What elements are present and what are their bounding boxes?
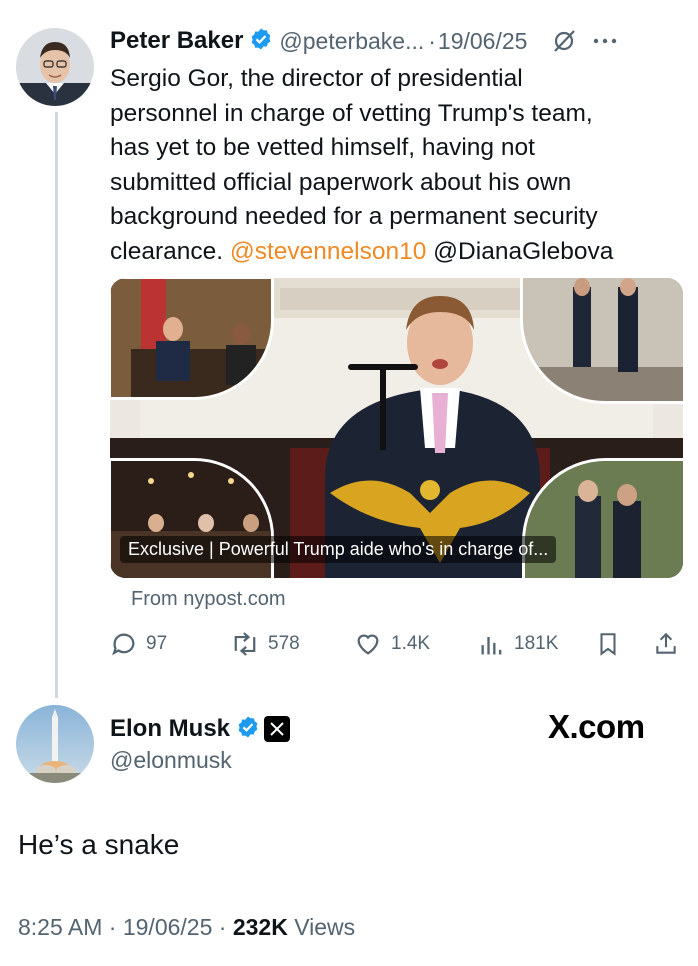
bookmark-button[interactable] (595, 630, 621, 658)
tweet-text-line: has yet to be vetted himself, having not (110, 134, 535, 161)
reply-meta: 8:25 AM · 19/06/25 · 232K Views (18, 914, 355, 941)
reply-time[interactable]: 8:25 AM (18, 914, 102, 940)
meta-separator: · (102, 914, 123, 940)
like-button[interactable]: 1.4K (353, 630, 478, 658)
repost-button[interactable]: 578 (230, 630, 353, 658)
x-com-brand: X.com (548, 708, 645, 745)
tweet-date[interactable]: 19/06/25 (438, 28, 528, 55)
like-count: 1.4K (391, 633, 431, 654)
bookmark-icon (600, 633, 616, 656)
reply-icon (112, 633, 135, 656)
reply-views-label: Views (287, 914, 356, 940)
heart-icon (357, 634, 379, 655)
peter-baker-avatar[interactable] (16, 28, 94, 106)
card-source[interactable]: From nypost.com (131, 588, 285, 611)
mention-link[interactable]: @stevennelson10 (230, 238, 427, 265)
author-name[interactable]: Peter Baker (110, 27, 243, 55)
reply-handle[interactable]: @elonmusk (110, 747, 232, 774)
reply-count: 97 (146, 633, 168, 654)
tweet-header: Peter Baker @peterbake... · 19/06/25 (110, 24, 680, 58)
tweet-text-line: clearance. (110, 237, 230, 265)
reply-views-count: 232K (232, 914, 288, 940)
reply-header: Elon Musk (110, 712, 291, 746)
mention-link[interactable]: @DianaGlebova (426, 238, 613, 265)
more-options-icon[interactable] (593, 37, 617, 45)
meta-separator: · (212, 914, 233, 940)
reply-date[interactable]: 19/06/25 (123, 914, 213, 940)
tweet-text-line: background needed for a permanent securi… (110, 203, 598, 230)
verified-badge-icon (236, 715, 260, 744)
analytics-icon (481, 637, 502, 655)
tweet-text-line: personnel in charge of vetting Trump's t… (110, 99, 593, 127)
views-count: 181K (514, 633, 559, 654)
author-handle[interactable]: @peterbake... (279, 28, 424, 55)
reply-button[interactable]: 97 (110, 630, 230, 658)
elon-musk-avatar[interactable] (16, 705, 94, 783)
repost-count: 578 (268, 633, 300, 654)
x-affiliate-badge-icon (264, 716, 291, 742)
header-separator: · (428, 27, 436, 54)
views-button[interactable]: 181K (478, 630, 603, 658)
card-title[interactable]: Exclusive | Powerful Trump aide who's in… (120, 536, 557, 563)
tweet-text-line: submitted official paperwork about his o… (110, 168, 572, 196)
repost-icon (234, 632, 256, 656)
thread-connector-line (55, 112, 58, 698)
share-button[interactable] (653, 630, 679, 658)
reply-author-name[interactable]: Elon Musk (110, 715, 230, 743)
action-bar: 97 578 1.4K 181K (110, 626, 683, 662)
link-card[interactable]: Exclusive | Powerful Trump aide who's in… (110, 278, 683, 578)
tweet-text-line: Sergio Gor, the director of presidential (110, 65, 523, 92)
share-icon (656, 632, 676, 654)
tweet-text: Sergio Gor, the director of presidential… (110, 62, 670, 269)
reply-text: He’s a snake (18, 829, 180, 860)
verified-badge-icon (249, 27, 273, 56)
grok-icon[interactable] (551, 28, 577, 54)
